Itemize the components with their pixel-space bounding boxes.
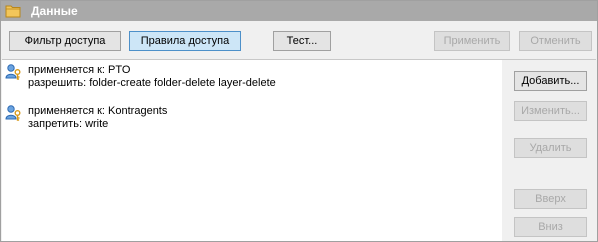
title-bar: Данные <box>1 1 597 21</box>
move-up-button[interactable]: Вверх <box>514 189 587 209</box>
permission-value: folder-create folder-delete layer-delete <box>89 77 276 89</box>
rule-permission-line: разрешить: folder-create folder-delete l… <box>28 77 276 90</box>
applies-to-label: применяется к: <box>28 64 105 76</box>
folder-icon <box>5 4 21 18</box>
user-key-icon <box>5 63 23 81</box>
tab-access-rules[interactable]: Правила доступа <box>129 31 241 51</box>
user-key-icon <box>5 104 23 122</box>
tab-access-filter[interactable]: Фильтр доступа <box>9 31 121 51</box>
applies-to-label: применяется к: <box>28 105 105 117</box>
permission-label: запретить: <box>28 118 82 130</box>
permission-value: write <box>85 118 109 130</box>
add-button[interactable]: Добавить... <box>514 71 587 91</box>
test-button[interactable]: Тест... <box>273 31 331 51</box>
edit-button[interactable]: Изменить... <box>514 101 587 121</box>
apply-button[interactable]: Применить <box>434 31 510 51</box>
applies-to-value: PTO <box>108 64 131 76</box>
applies-to-value: Kontragents <box>108 105 168 117</box>
window-title: Данные <box>31 4 78 18</box>
rule-applies-line: применяется к: Kontragents <box>28 105 167 118</box>
permission-label: разрешить: <box>28 77 87 89</box>
rule-permission-line: запретить: write <box>28 118 108 131</box>
move-down-button[interactable]: Вниз <box>514 217 587 237</box>
list-item[interactable]: применяется к: PTO разрешить: folder-cre… <box>2 62 497 94</box>
cancel-button[interactable]: Отменить <box>519 31 592 51</box>
list-item[interactable]: применяется к: Kontragents запретить: wr… <box>2 103 497 135</box>
rules-panel: применяется к: PTO разрешить: folder-cre… <box>2 59 596 241</box>
actions-panel: Добавить... Изменить... Удалить Вверх Вн… <box>502 60 596 241</box>
delete-button[interactable]: Удалить <box>514 138 587 158</box>
window: Данные Фильтр доступа Правила доступа Те… <box>0 0 598 242</box>
rule-applies-line: применяется к: PTO <box>28 64 130 77</box>
